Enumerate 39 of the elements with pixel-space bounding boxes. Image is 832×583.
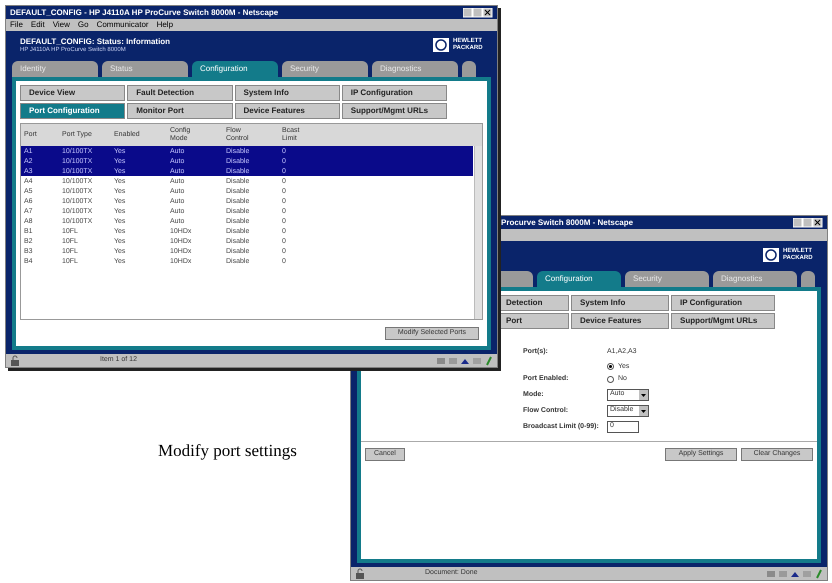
nav-button[interactable]: Support/Mgmt URLs	[342, 103, 447, 119]
tab[interactable]: Configuration	[537, 271, 621, 287]
nav-button[interactable]: Support/Mgmt URLs	[671, 313, 775, 329]
status-icons-drawing	[437, 356, 493, 366]
menu-item[interactable]: Communicator	[96, 19, 149, 31]
tab-stub	[462, 61, 476, 77]
radio-button[interactable]	[607, 363, 614, 370]
nav-button[interactable]: System Info	[234, 85, 340, 101]
tab-stub	[801, 271, 815, 287]
menu-item[interactable]: Edit	[30, 19, 45, 31]
window-buttons-icon	[463, 8, 493, 18]
menu-item[interactable]: File	[10, 19, 23, 31]
radio-button[interactable]	[607, 376, 614, 383]
window-buttons-icon	[793, 218, 823, 228]
page-title: DEFAULT_CONFIG: Status: Information	[20, 36, 170, 46]
menu-item[interactable]: Go	[78, 19, 89, 31]
caret-icon	[639, 406, 648, 416]
nav-button[interactable]: Device View	[20, 85, 126, 101]
menu-item[interactable]: Help	[156, 19, 174, 31]
lock-icon	[355, 568, 365, 579]
nav-button[interactable]: Monitor Port	[127, 103, 232, 119]
nav-button[interactable]: Port Configuration	[20, 103, 126, 119]
nav-button[interactable]: Device Features	[234, 103, 340, 119]
tab[interactable]: Configuration	[192, 61, 278, 77]
figure-caption: Modify port settings	[158, 440, 297, 462]
nav-button[interactable]: IP Configuration	[342, 85, 447, 101]
caret-icon	[639, 390, 648, 400]
status-icons-drawing	[767, 568, 823, 578]
hp-logo-icon	[433, 38, 449, 52]
nav-button[interactable]: System Info	[571, 295, 669, 311]
nav-button[interactable]: Device Features	[571, 313, 669, 329]
window-title: Procurve Switch 8000M - Netscape	[501, 216, 634, 228]
hp-logo-icon	[763, 248, 779, 262]
lock-icon	[10, 355, 20, 366]
window-title: DEFAULT_CONFIG - HP J4110A HP ProCurve Switch 8000M - Netscape	[10, 6, 278, 18]
scrollbar[interactable]	[474, 146, 482, 319]
menu-item[interactable]: View	[52, 19, 70, 31]
nav-button[interactable]: IP Configuration	[671, 295, 775, 311]
nav-button[interactable]: Fault Detection	[127, 85, 232, 101]
